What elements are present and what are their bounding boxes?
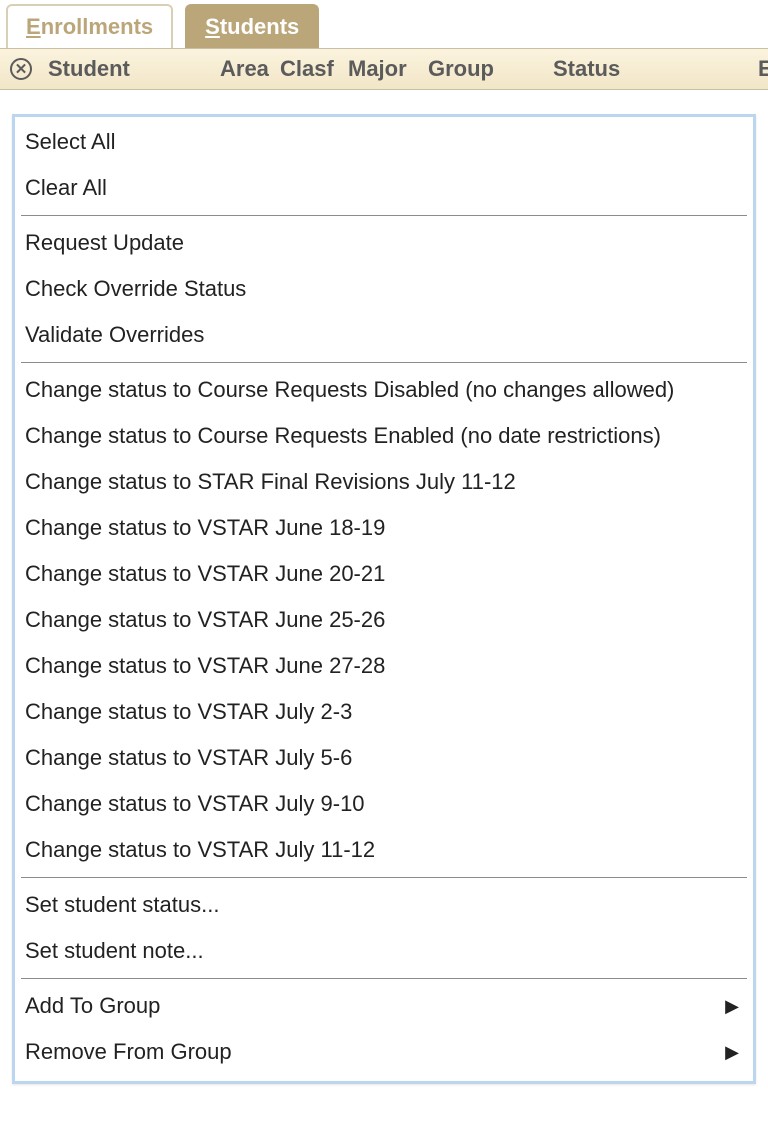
menu-item-label: Change status to STAR Final Revisions Ju…	[25, 469, 516, 495]
menu-item-label: Set student note...	[25, 938, 204, 964]
menu-item-label: Change status to VSTAR July 5-6	[25, 745, 352, 771]
menu-item-label: Add To Group	[25, 993, 160, 1019]
col-header-trailing[interactable]: E	[758, 56, 768, 82]
menu-set-student-note[interactable]: Set student note...	[15, 928, 753, 974]
menu-select-all[interactable]: Select All	[15, 119, 753, 165]
menu-change-status-enabled[interactable]: Change status to Course Requests Enabled…	[15, 413, 753, 459]
menu-item-label: Change status to VSTAR June 20-21	[25, 561, 385, 587]
menu-item-label: Set student status...	[25, 892, 219, 918]
menu-change-status-vstar-jul2[interactable]: Change status to VSTAR July 2-3	[15, 689, 753, 735]
menu-item-label: Clear All	[25, 175, 107, 201]
menu-separator	[21, 978, 747, 979]
menu-item-label: Request Update	[25, 230, 184, 256]
menu-validate-overrides[interactable]: Validate Overrides	[15, 312, 753, 358]
col-header-status[interactable]: Status	[553, 56, 620, 82]
tab-students-rest: tudents	[220, 14, 299, 40]
menu-separator	[21, 215, 747, 216]
col-header-clasf[interactable]: Clasf	[280, 56, 334, 82]
menu-item-label: Check Override Status	[25, 276, 246, 302]
menu-item-label: Change status to VSTAR June 18-19	[25, 515, 385, 541]
menu-check-override-status[interactable]: Check Override Status	[15, 266, 753, 312]
menu-set-student-status[interactable]: Set student status...	[15, 882, 753, 928]
tab-students-hotkey: S	[205, 14, 220, 40]
close-icon[interactable]: ✕	[10, 58, 32, 80]
menu-change-status-vstar-jun20[interactable]: Change status to VSTAR June 20-21	[15, 551, 753, 597]
menu-clear-all[interactable]: Clear All	[15, 165, 753, 211]
col-header-group[interactable]: Group	[428, 56, 494, 82]
menu-change-status-vstar-jun25[interactable]: Change status to VSTAR June 25-26	[15, 597, 753, 643]
menu-change-status-star-final[interactable]: Change status to STAR Final Revisions Ju…	[15, 459, 753, 505]
tab-enrollments[interactable]: Enrollments	[6, 4, 173, 48]
menu-change-status-vstar-jul5[interactable]: Change status to VSTAR July 5-6	[15, 735, 753, 781]
context-menu: Select All Clear All Request Update Chec…	[12, 114, 756, 1084]
tab-enrollments-rest: nrollments	[41, 14, 153, 40]
menu-item-label: Select All	[25, 129, 116, 155]
menu-item-label: Change status to VSTAR June 25-26	[25, 607, 385, 633]
menu-item-label: Remove From Group	[25, 1039, 232, 1065]
menu-item-label: Change status to VSTAR July 2-3	[25, 699, 352, 725]
menu-change-status-vstar-jun27[interactable]: Change status to VSTAR June 27-28	[15, 643, 753, 689]
tab-students[interactable]: Students	[185, 4, 319, 48]
menu-item-label: Validate Overrides	[25, 322, 204, 348]
menu-item-label: Change status to VSTAR July 9-10	[25, 791, 365, 817]
tab-enrollments-hotkey: E	[26, 14, 41, 40]
col-header-major[interactable]: Major	[348, 56, 407, 82]
menu-item-label: Change status to Course Requests Enabled…	[25, 423, 661, 449]
menu-change-status-vstar-jun18[interactable]: Change status to VSTAR June 18-19	[15, 505, 753, 551]
menu-separator	[21, 877, 747, 878]
col-header-student[interactable]: Student	[48, 56, 130, 82]
menu-change-status-disabled[interactable]: Change status to Course Requests Disable…	[15, 367, 753, 413]
menu-request-update[interactable]: Request Update	[15, 220, 753, 266]
menu-change-status-vstar-jul9[interactable]: Change status to VSTAR July 9-10	[15, 781, 753, 827]
tabs-row: Enrollments Students	[0, 0, 768, 48]
menu-add-to-group[interactable]: Add To Group ▶	[15, 983, 753, 1029]
menu-item-label: Change status to VSTAR July 11-12	[25, 837, 375, 863]
chevron-right-icon: ▶	[725, 996, 739, 1017]
menu-separator	[21, 362, 747, 363]
menu-remove-from-group[interactable]: Remove From Group ▶	[15, 1029, 753, 1075]
col-header-area[interactable]: Area	[220, 56, 269, 82]
chevron-right-icon: ▶	[725, 1042, 739, 1063]
menu-item-label: Change status to Course Requests Disable…	[25, 377, 674, 403]
menu-change-status-vstar-jul11[interactable]: Change status to VSTAR July 11-12	[15, 827, 753, 873]
menu-item-label: Change status to VSTAR June 27-28	[25, 653, 385, 679]
column-header-bar: ✕ Student Area Clasf Major Group Status …	[0, 48, 768, 90]
